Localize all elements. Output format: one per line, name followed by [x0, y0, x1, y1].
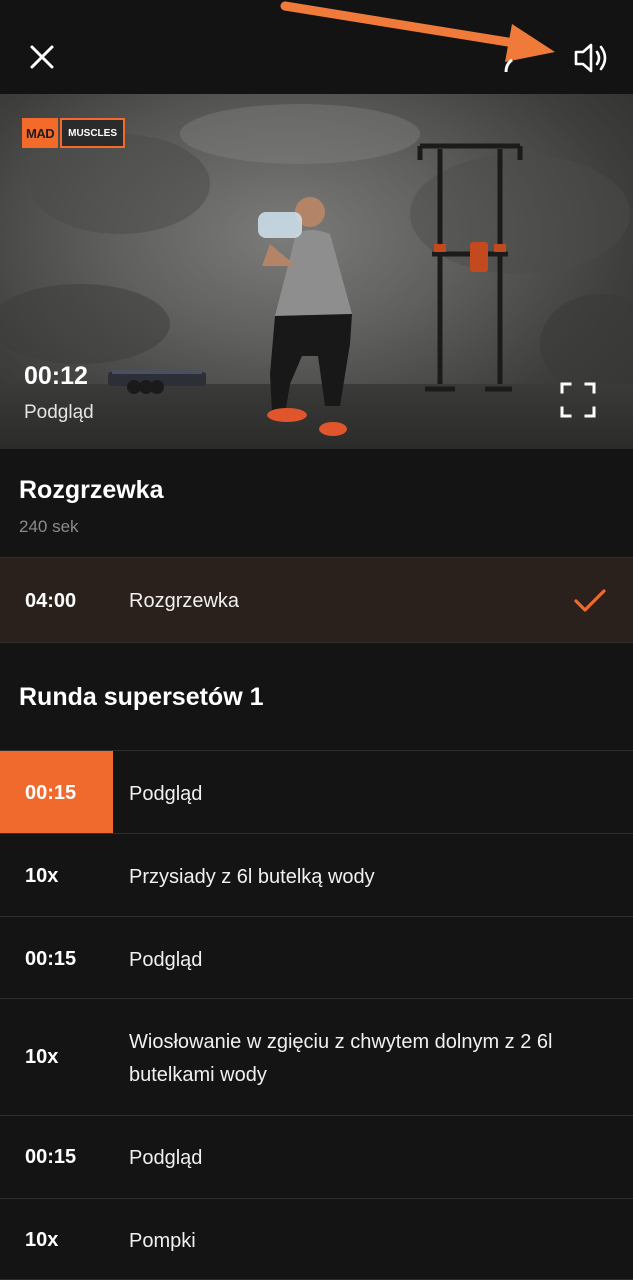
video-timer: 00:12	[24, 362, 88, 390]
speaker-icon	[574, 43, 607, 73]
close-button[interactable]	[22, 38, 62, 78]
exercise-row[interactable]: 00:15 Podgląd	[0, 916, 633, 998]
fullscreen-icon	[560, 382, 596, 418]
row-time: 10x	[25, 1229, 59, 1251]
row-name: Podgląd	[129, 1147, 203, 1169]
row-time: 00:15	[25, 782, 77, 804]
row-time: 10x	[25, 865, 59, 887]
row-name: Pompki	[129, 1230, 196, 1252]
exercise-row[interactable]: 10x Wiosłowanie w zgięciu z chwytem doln…	[0, 998, 633, 1115]
close-icon	[30, 45, 54, 69]
check-icon	[574, 589, 606, 612]
section-title-superset: Runda supersetów 1	[19, 683, 264, 711]
top-bar	[0, 0, 633, 94]
exercise-row[interactable]: 00:15 Podgląd	[0, 750, 633, 833]
exercise-row-warmup[interactable]: 04:00 Rozgrzewka	[0, 557, 633, 643]
arrow-annotation	[280, 1, 555, 73]
row-name: Wiosłowanie w zgięciu z chwytem dolnym z…	[129, 1031, 553, 1086]
video-label: Podgląd	[24, 402, 94, 423]
logo-muscles: MUSCLES	[60, 118, 126, 148]
logo-mad: MAD	[22, 118, 59, 148]
exercise-row[interactable]: 10x Przysiady z 6l butelką wody	[0, 833, 633, 916]
fullscreen-button[interactable]	[558, 380, 598, 420]
brand-logo: MAD MUSCLES	[22, 118, 126, 148]
video-player[interactable]: MAD MUSCLES 00:12 Podgląd	[0, 94, 633, 449]
exercise-row[interactable]: 10x Pompki	[0, 1198, 633, 1280]
row-name: Podgląd	[129, 949, 203, 971]
row-name: Rozgrzewka	[129, 590, 240, 612]
row-time: 10x	[25, 1046, 59, 1068]
row-name: Podgląd	[129, 783, 203, 805]
row-time: 00:15	[25, 1146, 77, 1168]
section-duration: 240 sek	[19, 517, 79, 536]
row-name: Przysiady z 6l butelką wody	[129, 866, 375, 888]
row-time: 00:15	[25, 948, 77, 970]
speaker-button[interactable]	[568, 38, 614, 78]
exercise-row[interactable]: 00:15 Podgląd	[0, 1115, 633, 1198]
section-title-warmup: Rozgrzewka	[19, 476, 164, 504]
row-time: 04:00	[25, 590, 77, 612]
